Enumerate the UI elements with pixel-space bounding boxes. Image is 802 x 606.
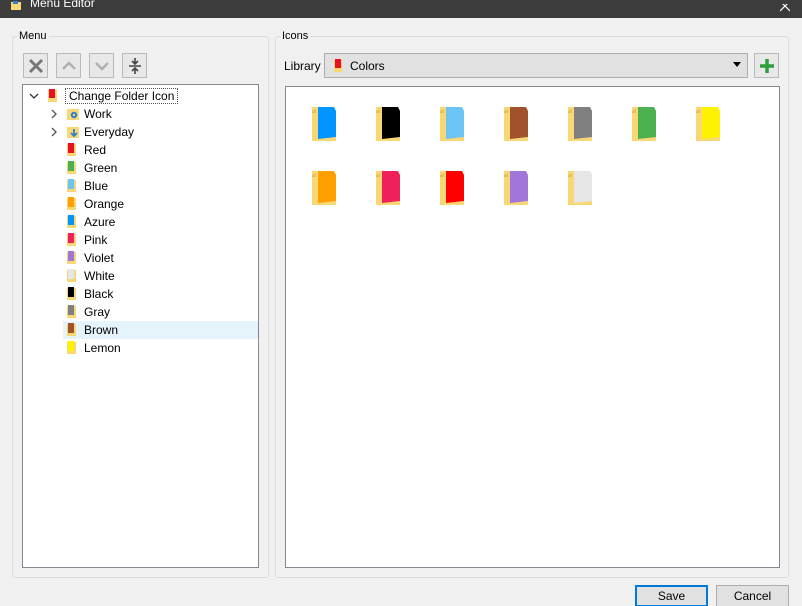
library-label: Library [284,59,321,73]
color-folder-icon [67,215,79,229]
folder-color-icon[interactable] [302,159,342,207]
plus-icon [759,58,774,73]
tree-item-label: Gray [84,305,111,319]
delete-icon [28,58,43,73]
expand-collapse-icon [128,57,141,74]
tree-item[interactable]: Brown [63,321,258,339]
icons-group-legend: Icons [282,30,309,42]
color-folder-icon [67,179,79,193]
tree-item[interactable]: Work [51,105,258,123]
folder-color-icon[interactable] [366,95,406,143]
tree-item-label: Green [84,161,118,175]
folder-color-icon[interactable] [494,159,534,207]
tree-item-label: Everyday [84,125,135,139]
tree-item-label: Black [84,287,114,301]
folder-color-icon[interactable] [302,95,342,143]
chevron-up-icon [61,60,76,70]
cancel-button[interactable]: Cancel [716,585,789,606]
icon-grid [285,86,780,568]
color-folder-icon [67,305,79,319]
folder-color-icon[interactable] [622,95,662,143]
dropdown-arrow-icon[interactable] [733,62,741,67]
color-folder-icon [67,287,79,301]
color-folder-icon [67,197,79,211]
tree-item[interactable]: Pink [63,231,258,249]
chevron-down-icon[interactable] [29,91,39,101]
move-up-button[interactable] [56,53,81,78]
title-bar: Menu Editor [0,0,802,18]
tree-item[interactable]: Red [63,141,258,159]
tree-item-label: Pink [84,233,108,247]
color-folder-icon [67,233,79,247]
tree-item[interactable]: White [63,267,258,285]
color-folder-icon [67,323,79,337]
save-button[interactable]: Save [635,585,708,606]
tree-item[interactable]: Green [63,159,258,177]
tree-item[interactable]: Everyday [51,123,258,141]
folder-color-icon[interactable] [430,95,470,143]
tree-item-label: Blue [84,179,109,193]
gear-folder-icon [67,107,79,121]
folder-color-icon[interactable] [366,159,406,207]
menu-group-legend: Menu [19,30,47,42]
color-folder-icon [67,161,79,175]
delete-button[interactable] [23,53,48,78]
tree-item[interactable]: Blue [63,177,258,195]
tree-item-label: Brown [84,323,119,337]
tree-item[interactable]: Azure [63,213,258,231]
menu-tree[interactable]: Change Folder Icon Work Everyday Red Green B… [22,84,259,568]
tree-item[interactable]: Lemon [63,339,258,357]
folder-color-icon[interactable] [686,95,726,143]
tree-root-label[interactable]: Change Folder Icon [65,88,179,104]
folder-color-icon[interactable] [494,95,534,143]
app-icon [10,0,22,10]
tree-item-label: White [84,269,115,283]
tree-root[interactable]: Change Folder Icon [23,87,258,105]
tree-item[interactable]: Orange [63,195,258,213]
tree-item-label: Work [84,107,112,121]
color-folder-icon [67,341,79,355]
red-flag-icon [48,89,60,103]
color-folder-icon [67,143,79,157]
tree-item-label: Lemon [84,341,121,355]
tree-item-label: Orange [84,197,125,211]
move-down-button[interactable] [89,53,114,78]
color-folder-icon [67,269,79,283]
close-icon[interactable] [768,0,802,18]
chevron-down-icon [94,61,109,71]
tree-item-label: Violet [84,251,114,265]
library-selected-value: Colors [350,59,385,73]
expand-collapse-button[interactable] [122,53,147,78]
folder-color-icon[interactable] [558,95,598,143]
tree-item-label: Azure [84,215,116,229]
tree-item[interactable]: Violet [63,249,258,267]
add-button[interactable] [754,53,779,78]
folder-color-icon[interactable] [430,159,470,207]
folder-color-icon[interactable] [558,159,598,207]
chevron-right-icon[interactable] [49,127,59,137]
color-folder-icon [67,251,79,265]
chevron-right-icon[interactable] [49,109,59,119]
library-select[interactable]: Colors [324,53,748,78]
tree-item-label: Red [84,143,107,157]
window-title: Menu Editor [30,0,95,10]
tree-item[interactable]: Black [63,285,258,303]
download-folder-icon [67,125,79,139]
tree-item[interactable]: Gray [63,303,258,321]
red-flag-icon [334,59,344,73]
